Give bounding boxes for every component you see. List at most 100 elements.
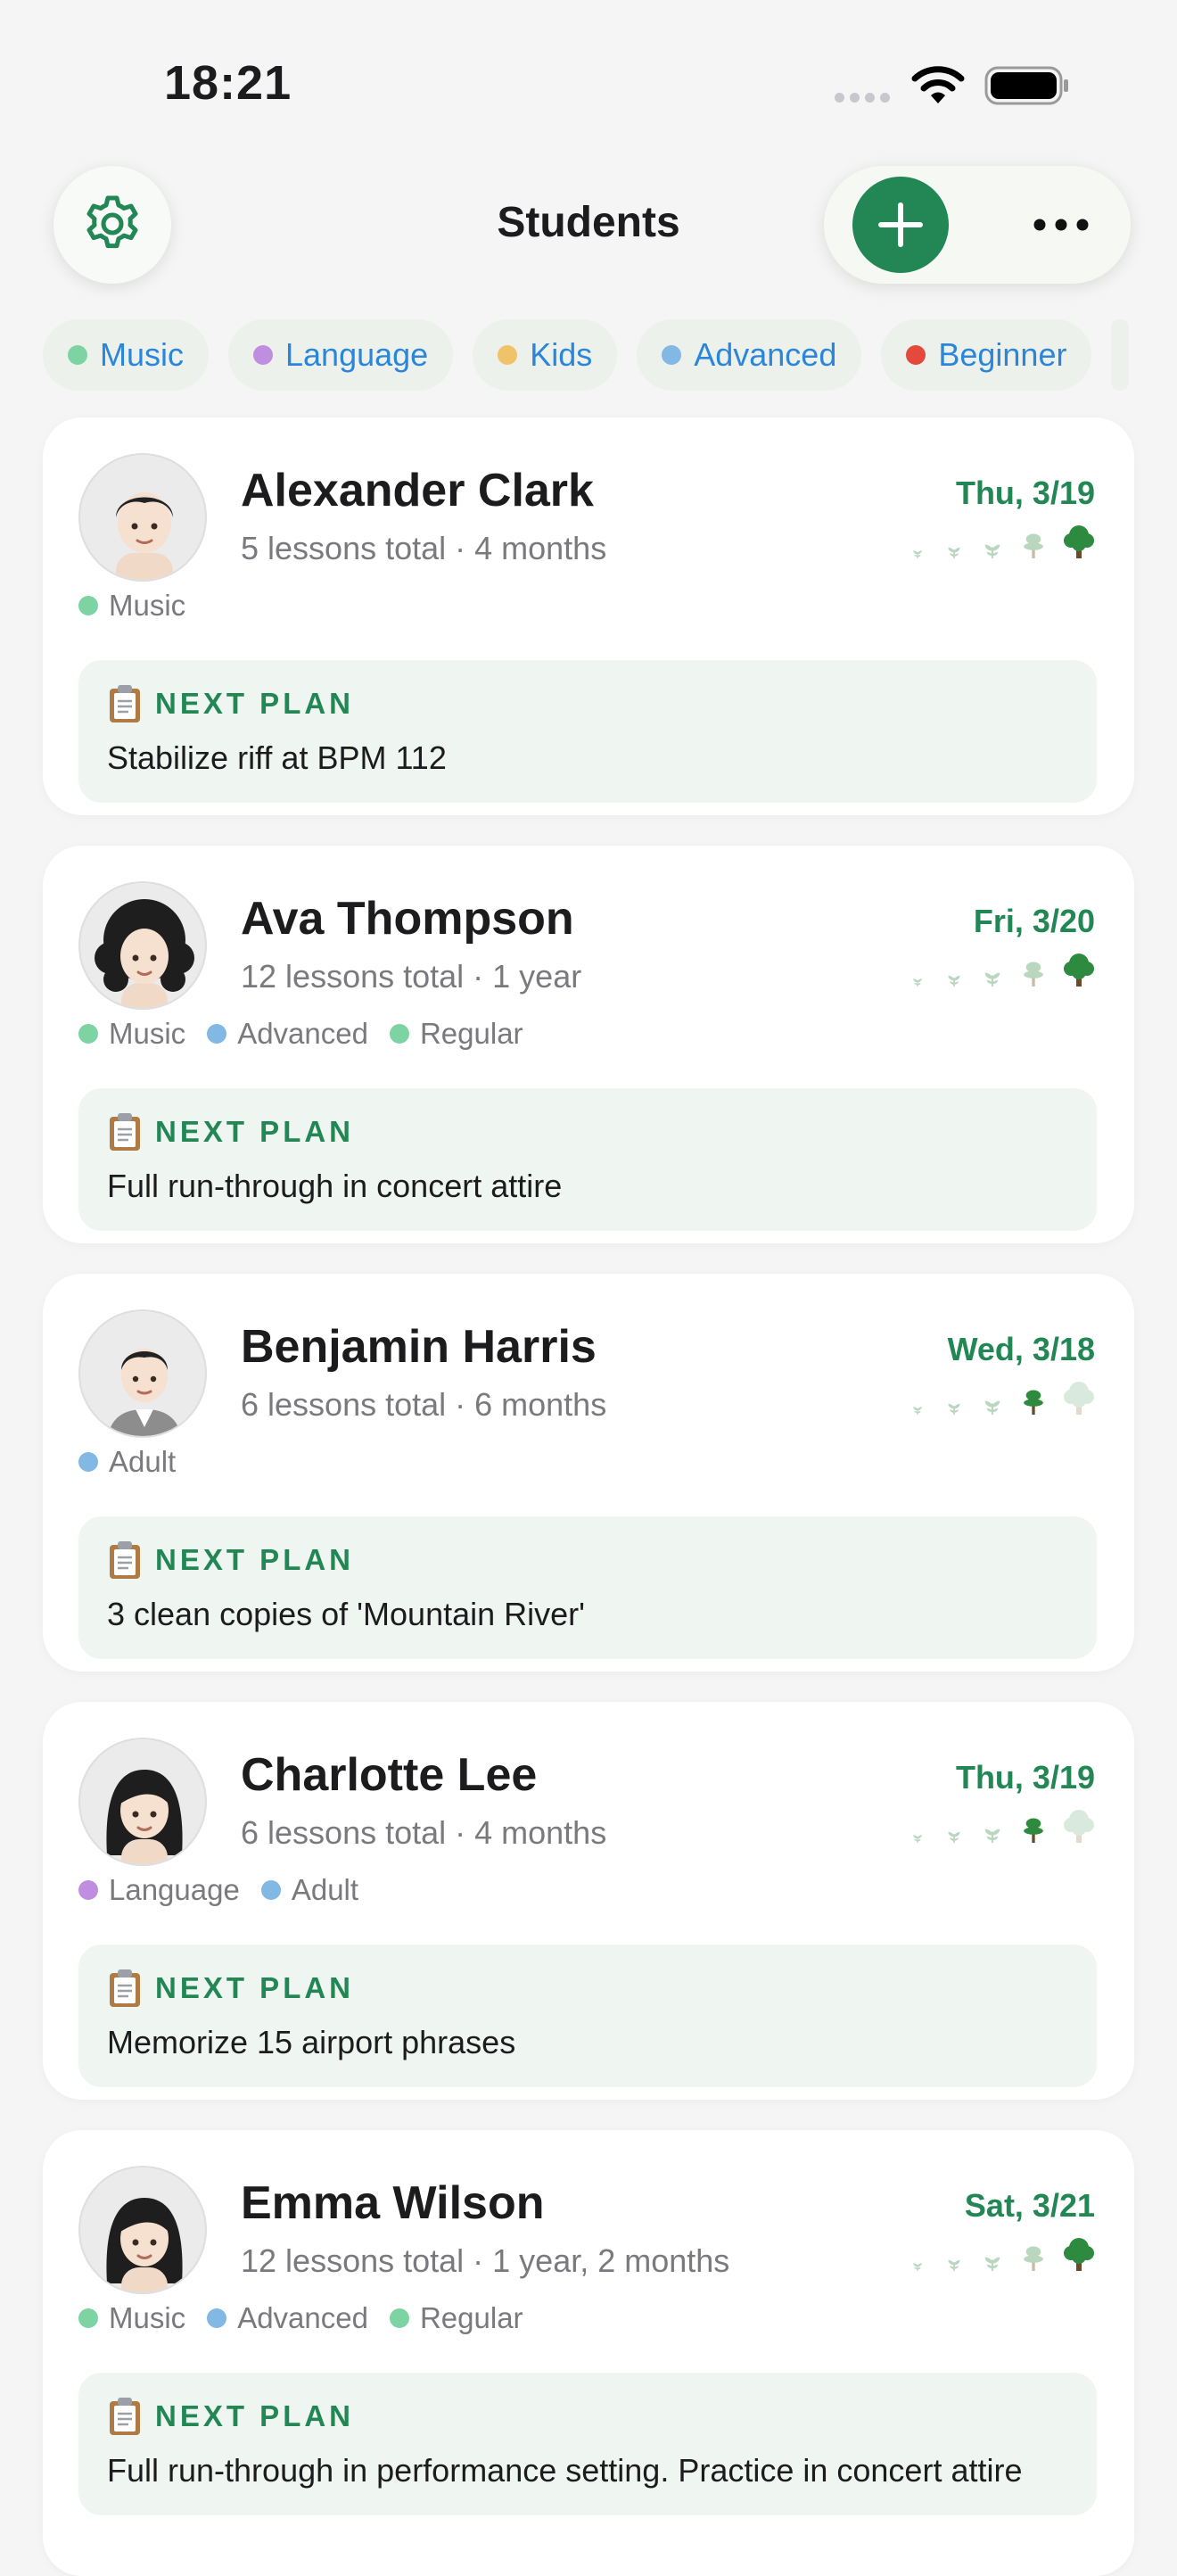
filter-chip-label: Language <box>285 336 429 373</box>
woman-avatar <box>78 2166 207 2294</box>
next-plan-text: Stabilize riff at BPM 112 <box>107 739 447 776</box>
avatar-illustration <box>95 899 194 1008</box>
battery-icon <box>984 66 1068 105</box>
curly-hair-woman-avatar <box>78 881 207 1010</box>
clipboard-icon <box>110 685 140 722</box>
student-meta: 12 lessons total · 1 year <box>241 958 582 995</box>
tag-color-dot <box>498 345 518 365</box>
tag-list: Language Adult <box>78 1873 358 1907</box>
tag: Regular <box>389 1017 523 1051</box>
growth-stages <box>908 951 1095 987</box>
tag-label: Adult <box>291 1873 359 1906</box>
tag-label: Regular <box>419 2301 523 2334</box>
tag: Music <box>78 1017 185 1051</box>
next-plan-box: NEXT PLAN Memorize 15 airport phrases <box>78 1944 1097 2087</box>
student-card[interactable]: Emma Wilson 12 lessons total · 1 year, 2… <box>43 2130 1134 2576</box>
tag-label: Music <box>109 2301 186 2334</box>
seedling-icon <box>984 1829 1000 1843</box>
seed-icon <box>913 1835 922 1843</box>
tag-color-dot <box>78 2308 98 2328</box>
sapling-icon <box>1024 2246 1043 2271</box>
avatar-illustration <box>106 1770 183 1864</box>
status-bar: 18:21 <box>0 0 1177 134</box>
tag-color-dot <box>68 345 87 365</box>
sprout-icon <box>948 975 960 987</box>
next-plan-header: NEXT PLAN <box>107 1111 1068 1152</box>
sprout-icon <box>948 2259 960 2271</box>
growth-stages <box>908 523 1095 558</box>
seed-icon <box>913 2263 922 2271</box>
tag: Advanced <box>207 2301 368 2335</box>
filter-chips: Music Language Kids Advanced Beginner <box>43 319 1130 391</box>
tag: Regular <box>389 2301 523 2335</box>
next-plan-label: NEXT PLAN <box>155 2399 355 2432</box>
next-plan-box: NEXT PLAN Full run-through in performanc… <box>78 2373 1097 2515</box>
filter-chip-advanced[interactable]: Advanced <box>637 319 862 391</box>
add-student-button[interactable] <box>852 177 949 273</box>
seed-icon <box>913 978 922 987</box>
seedling-icon <box>984 2257 1000 2271</box>
tag-color-dot <box>78 1024 98 1044</box>
next-plan-header: NEXT PLAN <box>107 683 1068 724</box>
tag-color-dot <box>662 345 682 365</box>
next-plan-label: NEXT PLAN <box>155 1971 355 2004</box>
header-actions <box>824 166 1131 284</box>
next-plan-box: NEXT PLAN Full run-through in concert at… <box>78 1088 1097 1231</box>
tag-list: Music Advanced Regular <box>78 1017 523 1051</box>
student-name: Emma Wilson <box>241 2177 545 2229</box>
student-name: Alexander Clark <box>241 465 594 516</box>
clipboard-icon <box>110 1113 140 1151</box>
wifi-icon <box>911 66 965 103</box>
student-card[interactable]: Ava Thompson 12 lessons total · 1 year F… <box>43 846 1134 1243</box>
next-plan-text: Full run-through in performance setting.… <box>107 2452 1023 2489</box>
next-plan-text: 3 clean copies of 'Mountain River' <box>107 1596 586 1632</box>
plus-icon <box>878 202 923 247</box>
next-plan-label: NEXT PLAN <box>155 1115 355 1148</box>
student-card[interactable]: Alexander Clark 5 lessons total · 4 mont… <box>43 417 1134 815</box>
tree-icon <box>1064 2238 1094 2271</box>
tag-list: Music Advanced Regular <box>78 2301 523 2335</box>
seedling-icon <box>984 1400 1000 1415</box>
tag-color-dot <box>207 2308 227 2328</box>
tag-label: Music <box>109 1017 186 1050</box>
woman-avatar <box>78 1738 207 1866</box>
student-card[interactable]: Benjamin Harris 6 lessons total · 6 mont… <box>43 1274 1134 1672</box>
filter-chip-kids[interactable]: Kids <box>473 319 618 391</box>
student-meta: 12 lessons total · 1 year, 2 months <box>241 2242 730 2279</box>
tag: Adult <box>260 1873 359 1907</box>
tag-list: Music <box>78 589 185 623</box>
next-plan-header: NEXT PLAN <box>107 1968 1068 2009</box>
more-button[interactable] <box>1018 198 1104 252</box>
student-meta: 5 lessons total · 4 months <box>241 530 607 566</box>
sapling-icon <box>1024 1390 1043 1415</box>
student-name: Ava Thompson <box>241 893 574 945</box>
filter-chip-partial[interactable] <box>1111 319 1130 391</box>
tree-icon <box>1064 954 1094 987</box>
tree-icon <box>1064 525 1094 558</box>
next-plan-header: NEXT PLAN <box>107 2396 1068 2437</box>
next-lesson-date: Sat, 3/21 <box>964 2187 1095 2224</box>
clipboard-icon <box>110 2398 140 2435</box>
sprout-icon <box>948 547 960 558</box>
tag-color-dot <box>78 1452 98 1472</box>
filter-chip-language[interactable]: Language <box>228 319 454 391</box>
growth-stages <box>908 1807 1095 1843</box>
tag: Music <box>78 2301 185 2335</box>
boy-avatar <box>78 453 207 582</box>
student-card[interactable]: Charlotte Lee 6 lessons total · 4 months… <box>43 1702 1134 2100</box>
tag-list: Adult <box>78 1445 176 1479</box>
tag: Adult <box>78 1445 176 1479</box>
filter-chip-beginner[interactable]: Beginner <box>881 319 1092 391</box>
filter-chip-music[interactable]: Music <box>43 319 210 391</box>
seedling-icon <box>984 544 1000 558</box>
tag-color-dot <box>253 345 274 365</box>
avatar-illustration <box>106 2198 183 2292</box>
tag-color-dot <box>389 2308 409 2328</box>
avatar-illustration <box>116 492 173 580</box>
next-lesson-date: Thu, 3/19 <box>955 475 1095 511</box>
sapling-icon <box>1024 962 1043 987</box>
sprout-icon <box>948 1403 960 1415</box>
next-plan-label: NEXT PLAN <box>155 687 355 720</box>
sapling-icon <box>1024 533 1043 558</box>
next-plan-label: NEXT PLAN <box>155 1543 355 1576</box>
